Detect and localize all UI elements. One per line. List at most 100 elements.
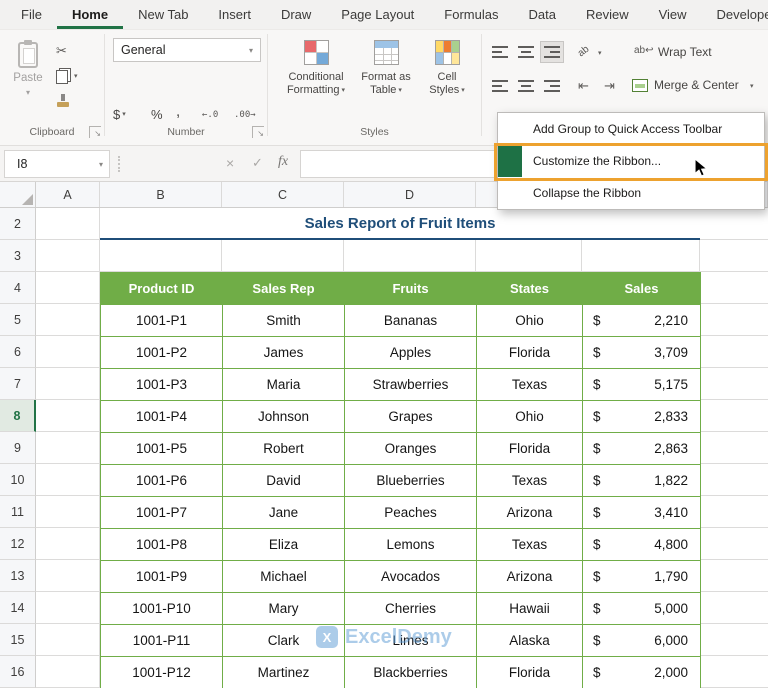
align-right-button[interactable] bbox=[540, 75, 564, 97]
column-header-A[interactable]: A bbox=[36, 182, 100, 207]
number-format-dropdown[interactable]: General ▾ bbox=[113, 38, 261, 62]
center-button[interactable] bbox=[514, 75, 538, 97]
table-cell-id[interactable]: 1001-P9 bbox=[101, 561, 223, 593]
tab-new-tab[interactable]: New Tab bbox=[123, 0, 203, 29]
bottom-align-button[interactable] bbox=[540, 41, 564, 63]
row-header-4[interactable]: 4 bbox=[0, 272, 36, 304]
table-cell-state[interactable]: Texas bbox=[477, 369, 583, 401]
align-left-button[interactable] bbox=[488, 75, 512, 97]
table-cell-id[interactable]: 1001-P2 bbox=[101, 337, 223, 369]
clipboard-dialog-launcher-icon[interactable]: ↘ bbox=[89, 126, 101, 138]
context-menu-item[interactable]: Collapse the Ribbon bbox=[498, 177, 764, 209]
row-header-16[interactable]: 16 bbox=[0, 656, 36, 688]
table-cell-sales[interactable]: $3,410 bbox=[583, 497, 701, 529]
format-as-table-button[interactable]: Format as Table ▾ bbox=[354, 36, 418, 124]
tab-home[interactable]: Home bbox=[57, 0, 123, 29]
cut-button[interactable]: ✂ bbox=[52, 40, 92, 62]
table-cell-fruit[interactable]: Blackberries bbox=[345, 657, 477, 688]
table-cell-sales[interactable]: $2,863 bbox=[583, 433, 701, 465]
table-cell-sales[interactable]: $1,822 bbox=[583, 465, 701, 497]
row-header-2[interactable]: 2 bbox=[0, 208, 36, 240]
table-cell-id[interactable]: 1001-P4 bbox=[101, 401, 223, 433]
table-cell-state[interactable]: Hawaii bbox=[477, 593, 583, 625]
tab-data[interactable]: Data bbox=[513, 0, 570, 29]
table-cell-fruit[interactable]: Grapes bbox=[345, 401, 477, 433]
table-cell-sales[interactable]: $4,800 bbox=[583, 529, 701, 561]
table-cell-sales[interactable]: $2,833 bbox=[583, 401, 701, 433]
row-header-14[interactable]: 14 bbox=[0, 592, 36, 624]
table-cell-sales[interactable]: $3,709 bbox=[583, 337, 701, 369]
table-cell-rep[interactable]: Michael bbox=[223, 561, 345, 593]
row-header-8[interactable]: 8 bbox=[0, 400, 36, 432]
tab-file[interactable]: File bbox=[6, 0, 57, 29]
tab-view[interactable]: View bbox=[644, 0, 702, 29]
table-cell-id[interactable]: 1001-P10 bbox=[101, 593, 223, 625]
number-dialog-launcher-icon[interactable]: ↘ bbox=[252, 126, 264, 138]
column-header-D[interactable]: D bbox=[344, 182, 476, 207]
table-cell-rep[interactable]: Mary bbox=[223, 593, 345, 625]
table-cell-id[interactable]: 1001-P8 bbox=[101, 529, 223, 561]
table-cell-fruit[interactable]: Lemons bbox=[345, 529, 477, 561]
orientation-icon[interactable]: ab bbox=[576, 44, 592, 60]
table-cell-sales[interactable]: $2,000 bbox=[583, 657, 701, 688]
select-all-corner[interactable] bbox=[0, 182, 36, 207]
table-cell-id[interactable]: 1001-P5 bbox=[101, 433, 223, 465]
row-header-11[interactable]: 11 bbox=[0, 496, 36, 528]
row-header-3[interactable]: 3 bbox=[0, 240, 36, 272]
table-cell-fruit[interactable]: Blueberries bbox=[345, 465, 477, 497]
middle-align-button[interactable] bbox=[514, 41, 538, 63]
enter-icon[interactable]: ✓ bbox=[252, 155, 263, 171]
context-menu-item[interactable]: Customize the Ribbon... bbox=[498, 145, 764, 177]
sheet-grid[interactable]: Sales Report of Fruit Items Product ID Sa… bbox=[36, 208, 768, 688]
table-cell-rep[interactable]: James bbox=[223, 337, 345, 369]
merge-center-button[interactable]: Merge & Center bbox=[654, 78, 739, 92]
table-cell-sales[interactable]: $5,175 bbox=[583, 369, 701, 401]
table-cell-state[interactable]: Florida bbox=[477, 337, 583, 369]
row-header-12[interactable]: 12 bbox=[0, 528, 36, 560]
table-cell-id[interactable]: 1001-P3 bbox=[101, 369, 223, 401]
paste-button[interactable]: Paste ▾ bbox=[6, 36, 50, 120]
decrease-decimal-button[interactable]: .00→ bbox=[234, 105, 256, 125]
table-cell-fruit[interactable]: Oranges bbox=[345, 433, 477, 465]
name-box[interactable]: I8 ▾ bbox=[4, 150, 110, 178]
table-cell-fruit[interactable]: Bananas bbox=[345, 305, 477, 337]
table-cell-state[interactable]: Ohio bbox=[477, 305, 583, 337]
accounting-format-button[interactable]: $ ▾ bbox=[113, 104, 126, 124]
tab-draw[interactable]: Draw bbox=[266, 0, 326, 29]
cancel-icon[interactable]: × bbox=[226, 155, 234, 171]
wrap-text-button[interactable]: Wrap Text bbox=[658, 45, 712, 59]
row-header-7[interactable]: 7 bbox=[0, 368, 36, 400]
table-cell-fruit[interactable]: Apples bbox=[345, 337, 477, 369]
insert-function-icon[interactable]: fx bbox=[278, 154, 288, 170]
row-header-9[interactable]: 9 bbox=[0, 432, 36, 464]
row-header-10[interactable]: 10 bbox=[0, 464, 36, 496]
row-header-15[interactable]: 15 bbox=[0, 624, 36, 656]
table-cell-sales[interactable]: $6,000 bbox=[583, 625, 701, 657]
tab-insert[interactable]: Insert bbox=[203, 0, 266, 29]
percent-style-button[interactable]: % bbox=[151, 104, 163, 124]
table-cell-rep[interactable]: David bbox=[223, 465, 345, 497]
tab-page-layout[interactable]: Page Layout bbox=[326, 0, 429, 29]
tab-developer[interactable]: Developer bbox=[702, 0, 768, 29]
table-cell-state[interactable]: Alaska bbox=[477, 625, 583, 657]
table-cell-fruit[interactable]: Cherries bbox=[345, 593, 477, 625]
table-cell-rep[interactable]: Maria bbox=[223, 369, 345, 401]
table-cell-rep[interactable]: Smith bbox=[223, 305, 345, 337]
format-painter-button[interactable] bbox=[52, 90, 92, 112]
top-align-button[interactable] bbox=[488, 41, 512, 63]
row-header-6[interactable]: 6 bbox=[0, 336, 36, 368]
table-cell-state[interactable]: Texas bbox=[477, 529, 583, 561]
table-cell-state[interactable]: Ohio bbox=[477, 401, 583, 433]
table-cell-rep[interactable]: Johnson bbox=[223, 401, 345, 433]
comma-style-button[interactable]: , bbox=[176, 101, 180, 121]
table-cell-fruit[interactable]: Strawberries bbox=[345, 369, 477, 401]
row-header-13[interactable]: 13 bbox=[0, 560, 36, 592]
copy-button[interactable]: ▾ bbox=[52, 65, 92, 87]
chevron-down-icon[interactable]: ▾ bbox=[750, 82, 754, 90]
table-cell-state[interactable]: Arizona bbox=[477, 561, 583, 593]
table-cell-sales[interactable]: $1,790 bbox=[583, 561, 701, 593]
increase-decimal-button[interactable]: ←.0 bbox=[202, 105, 218, 125]
column-header-B[interactable]: B bbox=[100, 182, 222, 207]
decrease-indent-icon[interactable]: ⇤ bbox=[578, 78, 589, 94]
tab-review[interactable]: Review bbox=[571, 0, 644, 29]
